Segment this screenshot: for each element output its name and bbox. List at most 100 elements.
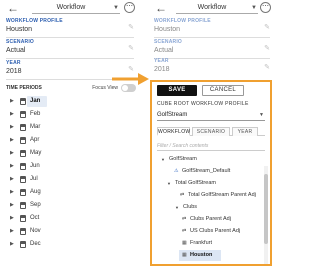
expand-arrow-icon[interactable]: ▶ <box>10 137 14 144</box>
field-label: YEAR <box>154 58 169 64</box>
expand-arrow-icon[interactable]: ▶ <box>10 241 14 248</box>
period-name: Jul <box>30 176 38 182</box>
tree-node-label: GolfStream_Default <box>182 168 231 174</box>
period-name: Nov <box>30 228 41 234</box>
tab-bar: WORKFLOW SCENARIO YEAR <box>157 127 265 136</box>
tab-scenario[interactable]: SCENARIO <box>192 127 230 136</box>
field-value: Houston <box>6 26 33 33</box>
expand-arrow-icon[interactable]: ▶ <box>10 228 14 235</box>
period-name: Aug <box>30 189 41 195</box>
time-period-item[interactable]: ▶ Aug <box>10 187 70 198</box>
calendar-icon <box>20 150 26 157</box>
expand-arrow-icon[interactable]: ▶ <box>10 189 14 196</box>
calendar-icon <box>20 163 26 170</box>
left-workflow-panel: ← Workflow ▼ ⋯ WORKFLOW PROFILE Houston … <box>0 0 140 267</box>
tree-node[interactable]: ⇄ Clubs Parent Adj <box>157 214 261 225</box>
chevron-down-icon: ▼ <box>113 5 119 11</box>
expand-arrow-icon[interactable]: ▶ <box>10 98 14 105</box>
grid-icon: ▦ <box>182 252 187 258</box>
scenario-field[interactable]: SCENARIO Actual ✎ <box>154 39 270 59</box>
period-name: Mar <box>30 124 41 130</box>
workflow-profile-popup: SAVE CANCEL CUBE ROOT WORKFLOW PROFILE G… <box>150 80 272 266</box>
field-label: WORKFLOW PROFILE <box>6 18 63 24</box>
chevron-down-icon: ▼ <box>251 5 257 11</box>
cube-root-value: GolfStream <box>157 112 188 118</box>
time-period-item[interactable]: ▶ Oct <box>10 213 70 224</box>
tree-node[interactable]: ▼ GolfStream <box>157 154 261 165</box>
calendar-icon <box>20 228 26 235</box>
time-period-item[interactable]: ▶ Jan <box>10 96 70 107</box>
grid-icon: ▦ <box>182 240 187 246</box>
calendar-icon <box>20 176 26 183</box>
link-icon: ⇄ <box>182 228 187 234</box>
scenario-field[interactable]: SCENARIO Actual ✎ <box>6 39 134 59</box>
tree-node-label: Total GolfStream Parent Adj <box>188 192 256 198</box>
pencil-icon[interactable]: ✎ <box>264 44 270 52</box>
tree-node[interactable]: ⚠ GolfStream_Default <box>157 166 261 177</box>
expand-arrow-icon[interactable]: ▼ <box>167 180 171 187</box>
pencil-icon[interactable]: ✎ <box>264 23 270 31</box>
tree-node[interactable]: ▦ Houston <box>157 250 261 261</box>
tree-node[interactable]: ⇄ US Clubs Parent Adj <box>157 226 261 237</box>
time-period-item[interactable]: ▶ Feb <box>10 109 70 120</box>
tree-node[interactable]: ▦ Frankfurt <box>157 238 261 249</box>
arrow-right-icon <box>112 73 149 85</box>
workflow-dropdown-label: Workflow <box>197 4 227 11</box>
workflow-dropdown[interactable]: Workflow ▼ <box>32 3 120 14</box>
divider <box>6 37 134 38</box>
expand-arrow-icon[interactable]: ▶ <box>10 124 14 131</box>
warning-icon: ⚠ <box>174 168 179 174</box>
time-period-item[interactable]: ▶ Nov <box>10 226 70 237</box>
expand-arrow-icon[interactable]: ▶ <box>10 111 14 118</box>
expand-arrow-icon[interactable]: ▶ <box>10 163 14 170</box>
time-period-item[interactable]: ▶ Sep <box>10 200 70 211</box>
expand-arrow-icon[interactable]: ▶ <box>10 150 14 157</box>
expand-arrow-icon[interactable]: ▶ <box>10 215 14 222</box>
expand-arrow-icon[interactable]: ▶ <box>10 202 14 209</box>
tree-node-label: Clubs Parent Adj <box>190 216 231 222</box>
cancel-button[interactable]: CANCEL <box>202 85 244 96</box>
tree-node[interactable]: ▼ Clubs <box>157 202 261 213</box>
tab-workflow[interactable]: WORKFLOW <box>157 127 190 136</box>
more-options-icon[interactable]: ⋯ <box>124 2 135 13</box>
pencil-icon[interactable]: ✎ <box>264 63 270 71</box>
calendar-icon <box>20 241 26 248</box>
back-arrow-icon[interactable]: ← <box>155 2 167 15</box>
tree-node-label: Total GolfStream <box>175 180 216 186</box>
time-period-item[interactable]: ▶ Jun <box>10 161 70 172</box>
calendar-icon <box>20 137 26 144</box>
save-button[interactable]: SAVE <box>157 85 197 96</box>
back-arrow-icon[interactable]: ← <box>7 2 19 15</box>
tree-node[interactable]: ⇄ Total GolfStream Parent Adj <box>157 190 261 201</box>
pencil-icon[interactable]: ✎ <box>128 23 134 31</box>
workflow-dropdown[interactable]: Workflow ▼ <box>176 3 258 14</box>
tree-scrollbar[interactable] <box>264 166 268 264</box>
time-periods-label: TIME PERIODS <box>6 85 42 91</box>
tab-year[interactable]: YEAR <box>232 127 258 136</box>
cube-root-dropdown[interactable]: GolfStream ▼ <box>157 110 265 121</box>
expand-arrow-icon[interactable]: ▼ <box>161 156 165 163</box>
time-period-item[interactable]: ▶ Apr <box>10 135 70 146</box>
calendar-icon <box>20 189 26 196</box>
time-period-item[interactable]: ▶ Jul <box>10 174 70 185</box>
tree-node[interactable]: ▼ Total GolfStream <box>157 178 261 189</box>
chevron-down-icon: ▼ <box>259 112 264 118</box>
tree-node-label: Clubs <box>183 204 198 210</box>
period-name: Dec <box>30 241 41 247</box>
filter-search-input[interactable] <box>157 141 265 150</box>
year-field[interactable]: YEAR 2018 ✎ <box>154 58 270 78</box>
expand-arrow-icon[interactable]: ▼ <box>175 204 179 211</box>
time-period-item[interactable]: ▶ Mar <box>10 122 70 133</box>
time-period-item[interactable]: ▶ May <box>10 148 70 159</box>
pencil-icon[interactable]: ✎ <box>128 44 134 52</box>
time-period-item[interactable]: ▶ Dec <box>10 239 70 250</box>
scrollbar-thumb[interactable] <box>264 174 268 244</box>
right-workflow-panel: ← Workflow ▼ ⋯ WORKFLOW PROFILE Houston … <box>150 0 274 80</box>
more-options-icon[interactable]: ⋯ <box>260 2 271 13</box>
workflow-profile-field[interactable]: WORKFLOW PROFILE Houston ✎ <box>6 18 134 38</box>
tree-node-label: US Clubs Parent Adj <box>190 228 241 234</box>
expand-arrow-icon[interactable]: ▶ <box>10 176 14 183</box>
field-label: SCENARIO <box>6 39 34 45</box>
field-value: Houston <box>154 26 181 33</box>
workflow-profile-field[interactable]: WORKFLOW PROFILE Houston ✎ <box>154 18 270 38</box>
